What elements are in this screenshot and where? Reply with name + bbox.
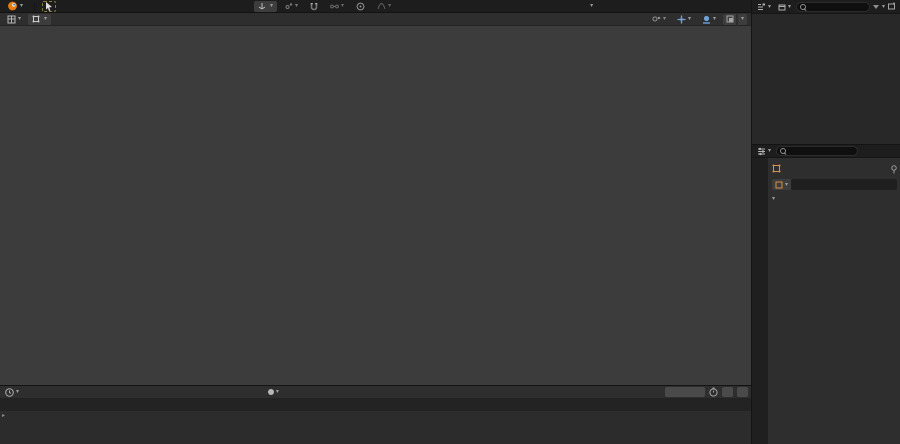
pin-icon[interactable] <box>890 165 898 174</box>
viewport-3d[interactable] <box>0 26 751 385</box>
new-collection-icon[interactable] <box>888 2 897 11</box>
clock-icon <box>5 387 14 397</box>
mesh-cube-icon <box>775 181 783 188</box>
gizmos-dropdown[interactable]: ▾ <box>673 14 695 25</box>
breadcrumb <box>772 164 784 173</box>
blender-menu-button[interactable]: ▾ <box>3 1 27 12</box>
snap-target-dropdown[interactable]: ▾ <box>326 1 348 12</box>
divider <box>34 1 36 11</box>
properties-tab-column <box>752 158 768 444</box>
orientation-icon <box>258 3 266 10</box>
overlays-dropdown[interactable]: ▾ <box>698 14 720 25</box>
object-mode-icon <box>32 15 40 23</box>
outliner-scene-icon <box>778 4 786 10</box>
shading-dropdown[interactable]: ▾ <box>738 13 747 25</box>
outliner-search-input[interactable] <box>796 1 870 12</box>
outliner-filter-dropdown[interactable]: ▾ <box>755 1 773 12</box>
end-frame-field[interactable] <box>737 387 748 397</box>
search-icon <box>780 148 787 154</box>
transform-orientation-dropdown[interactable]: ▾ <box>254 0 278 12</box>
timeline-tracks[interactable]: ▸ <box>0 411 751 444</box>
blender-logo-icon <box>8 1 17 11</box>
topbar: ▾ ▾ ▾ ▾ ▾ ▾ <box>0 0 751 13</box>
proportional-editing-icon <box>356 2 365 10</box>
options-dropdown[interactable]: ▾ <box>584 1 597 12</box>
proportional-falloff-dropdown[interactable]: ▾ <box>373 1 395 12</box>
xray-icon <box>726 15 733 23</box>
timeline-editor-dropdown[interactable]: ▾ <box>3 387 21 398</box>
gizmos-icon <box>677 15 686 23</box>
properties-editor: ▾ ▾ ▾ <box>751 145 900 444</box>
start-frame-field[interactable] <box>722 387 733 397</box>
outliner: ▾ ▾ ▾ <box>751 0 900 145</box>
viewport-header: ▾ ▾ ▾ ▾ ▾ ▾ <box>0 13 751 26</box>
timeline: ▾ ▾ ▸ <box>0 385 751 444</box>
editor-type-dropdown[interactable]: ▾ <box>3 14 25 25</box>
snapping-dropdown[interactable]: ▾ <box>281 1 302 12</box>
mode-dropdown[interactable]: ▾ <box>28 13 52 25</box>
snap-toggle-button[interactable] <box>306 1 322 12</box>
properties-header: ▾ <box>752 145 900 158</box>
outliner-mode-dropdown[interactable]: ▾ <box>776 1 793 12</box>
properties-panel: ▾ ▾ <box>768 158 900 444</box>
search-icon <box>800 3 807 10</box>
snap-target-icon <box>330 4 339 8</box>
falloff-curve-icon <box>377 3 386 10</box>
viewport-editor-icon <box>7 15 16 23</box>
timeline-ruler[interactable] <box>0 399 751 411</box>
object-name-field[interactable] <box>791 179 897 190</box>
magnet-icon <box>310 2 318 10</box>
active-tool-indicator[interactable] <box>42 0 57 12</box>
outliner-display-icon <box>758 3 765 10</box>
scene-canvas <box>0 26 751 385</box>
object-visibility-dropdown[interactable]: ▾ <box>648 14 670 25</box>
object-name-row: ▾ <box>772 179 897 190</box>
current-frame-field[interactable] <box>665 387 705 397</box>
timeline-header: ▾ ▾ <box>0 386 751 399</box>
snap-increment-icon <box>285 3 293 9</box>
object-visibility-icon <box>652 16 661 22</box>
caret-down-icon: ▾ <box>20 2 24 9</box>
outliner-header: ▾ ▾ ▾ <box>752 0 900 14</box>
object-type-dropdown[interactable]: ▾ <box>772 179 792 190</box>
stopwatch-icon[interactable] <box>709 387 718 397</box>
proportional-editing-button[interactable] <box>352 1 369 12</box>
xray-toggle-button[interactable] <box>723 13 736 25</box>
filter-caret-icon[interactable]: ▾ <box>882 3 885 10</box>
auto-keying-button[interactable]: ▾ <box>265 387 282 398</box>
properties-editor-icon <box>758 147 765 155</box>
properties-search-input[interactable] <box>776 146 859 156</box>
channels-expand-icon[interactable]: ▸ <box>2 413 5 419</box>
blender-window: ▾ ▾ ▾ ▾ ▾ ▾ ▾ ▾ ▾ ▾ ▾ ▾ ▾ ▾ ▾ ▾ ▾ ▾ ▾ ▾ … <box>0 0 900 444</box>
record-icon <box>267 389 274 395</box>
overlays-icon <box>702 15 710 24</box>
outliner-tree <box>752 14 900 16</box>
cursor-icon <box>46 1 53 11</box>
object-icon <box>772 164 781 173</box>
transform-panel-header[interactable]: ▾ <box>772 196 778 202</box>
panel-expand-icon: ▾ <box>772 195 776 202</box>
properties-editor-dropdown[interactable]: ▾ <box>755 146 773 157</box>
filter-icon[interactable] <box>872 4 879 9</box>
